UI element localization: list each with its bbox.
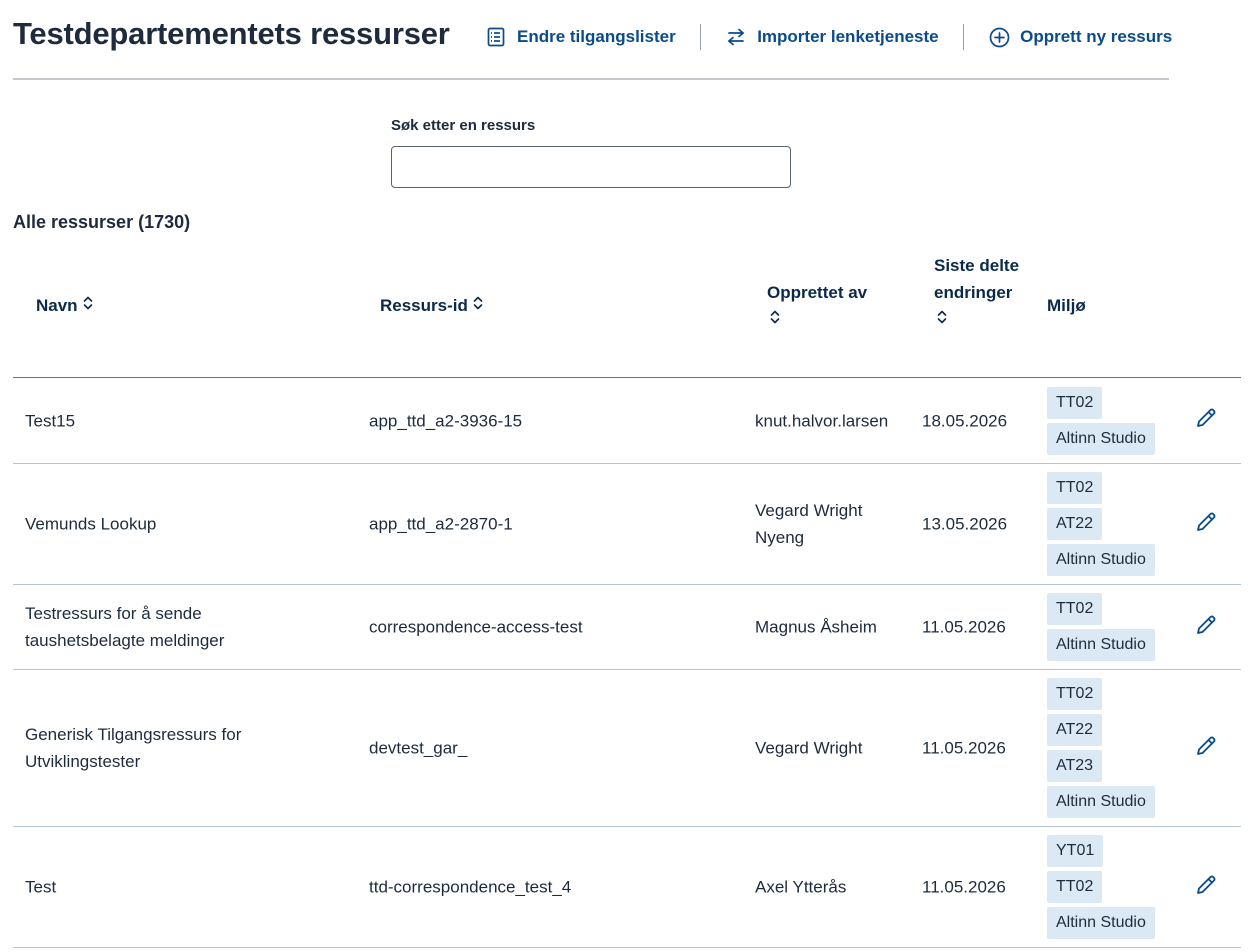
column-header-label: Siste delte endringer [934, 256, 1020, 302]
environment-tag: Altinn Studio [1047, 422, 1155, 455]
edit-access-lists-button[interactable]: Endre tilgangslister [473, 22, 688, 52]
environment-tags: TT02 AT22 Altinn Studio [1047, 472, 1155, 576]
sort-chevrons-icon [936, 307, 948, 334]
cell-resource-id: devtest_gar_ [369, 738, 468, 758]
environment-tag: TT02 [1047, 593, 1103, 625]
environment-tag: TT02 [1047, 386, 1103, 419]
cell-date: 11.05.2026 [922, 738, 1006, 758]
create-resource-button[interactable]: Opprett ny ressurs [976, 22, 1184, 52]
action-divider [962, 24, 965, 50]
environment-tag: TT02 [1047, 472, 1103, 504]
column-header-label: Opprettet av [767, 283, 868, 302]
environment-tags: TT02 AT22 AT23 Altinn Studio [1047, 678, 1155, 818]
column-header-resource-id[interactable]: Ressurs-id [380, 292, 484, 320]
environment-tags: TT02 Altinn Studio [1047, 386, 1155, 455]
cell-name: Test [25, 877, 57, 897]
pencil-icon [1195, 874, 1217, 901]
cell-name: Vemunds Lookup [25, 514, 157, 534]
header-actions: Endre tilgangslister Importer lenketjene… [473, 22, 1184, 52]
table-row: Vemunds Lookup app_ttd_a2-2870-1 Vegard … [13, 464, 1241, 585]
edit-resource-button[interactable] [1193, 408, 1219, 434]
cell-name: Test15 [25, 411, 76, 430]
environment-tag: TT02 [1047, 678, 1103, 710]
table-row: Test15 app_ttd_a2-3936-15 knut.halvor.la… [13, 378, 1241, 464]
edit-resource-button[interactable] [1193, 874, 1219, 900]
resource-table: Navn Ressurs-id Opprettet av Siste delte… [13, 248, 1241, 948]
pencil-icon [1195, 511, 1217, 538]
sort-chevrons-icon [82, 293, 94, 320]
cell-resource-id: app_ttd_a2-2870-1 [369, 514, 513, 534]
search-label: Søk etter en ressurs [391, 117, 536, 134]
cell-created-by: Axel Ytterås [755, 877, 847, 897]
environment-tag: AT22 [1047, 714, 1103, 746]
environment-tag: AT23 [1047, 750, 1103, 782]
environment-tags: YT01 TT02 Altinn Studio [1047, 835, 1155, 939]
column-header-created-by[interactable]: Opprettet av [767, 279, 887, 334]
cell-resource-id: ttd-correspondence_test_4 [369, 877, 572, 897]
sort-chevrons-icon [769, 307, 781, 334]
cell-created-by: Vegard Wright Nyeng [755, 501, 863, 547]
sort-chevrons-icon [472, 293, 484, 320]
cell-created-by: Vegard Wright [755, 738, 863, 758]
import-link-service-label: Importer lenketjeneste [757, 27, 939, 46]
cell-date: 13.05.2026 [922, 514, 1008, 534]
plus-circle-icon [988, 26, 1010, 48]
cell-resource-id: correspondence-access-test [369, 617, 583, 637]
page-title: Testdepartementets ressurser [13, 16, 450, 51]
cell-date: 18.05.2026 [922, 411, 1008, 430]
resource-count-heading: Alle ressurser (1730) [13, 212, 191, 232]
edit-access-lists-label: Endre tilgangslister [517, 27, 676, 46]
pencil-icon [1195, 407, 1217, 434]
column-header-last-shared[interactable]: Siste delte endringer [934, 252, 1034, 334]
action-divider [699, 24, 702, 50]
edit-resource-button[interactable] [1193, 614, 1219, 640]
environment-tag: YT01 [1047, 835, 1104, 867]
edit-resource-button[interactable] [1193, 511, 1219, 537]
import-link-service-button[interactable]: Importer lenketjeneste [713, 22, 950, 52]
create-resource-label: Opprett ny ressurs [1020, 27, 1173, 46]
environment-tags: TT02 Altinn Studio [1047, 593, 1155, 661]
checklist-icon [485, 26, 507, 48]
cell-resource-id: app_ttd_a2-3936-15 [369, 411, 523, 430]
cell-date: 11.05.2026 [922, 617, 1006, 637]
environment-tag: Altinn Studio [1047, 544, 1155, 576]
search-input[interactable] [391, 146, 791, 188]
cell-name: Generisk Tilgangsressurs for Utviklingst… [25, 725, 242, 771]
cell-created-by: knut.halvor.larsen [755, 411, 889, 430]
environment-tag: AT22 [1047, 508, 1103, 540]
table-row: Generisk Tilgangsressurs for Utviklingst… [13, 670, 1241, 827]
column-header-environment: Miljø [1047, 296, 1086, 315]
environment-tag: TT02 [1047, 871, 1103, 903]
table-row: Testressurs for å sende taushetsbelagte … [13, 585, 1241, 670]
pencil-icon [1195, 735, 1217, 762]
table-header: Navn Ressurs-id Opprettet av Siste delte… [13, 248, 1241, 378]
environment-tag: Altinn Studio [1047, 786, 1155, 818]
column-header-name[interactable]: Navn [36, 292, 94, 320]
environment-tag: Altinn Studio [1047, 629, 1155, 661]
resource-dashboard: Testdepartementets ressurser Endre tilga… [0, 0, 1254, 952]
cell-date: 11.05.2026 [922, 877, 1006, 897]
environment-tag: Altinn Studio [1047, 907, 1155, 939]
edit-resource-button[interactable] [1193, 735, 1219, 761]
column-header-label: Ressurs-id [380, 296, 468, 315]
cell-created-by: Magnus Åsheim [755, 617, 877, 637]
cell-name: Testressurs for å sende taushetsbelagte … [25, 604, 225, 650]
page-header: Testdepartementets ressurser Endre tilga… [13, 0, 1172, 80]
column-header-label: Navn [36, 296, 78, 315]
table-row: Test ttd-correspondence_test_4 Axel Ytte… [13, 827, 1241, 948]
pencil-icon [1195, 614, 1217, 641]
arrows-swap-icon [725, 26, 747, 48]
